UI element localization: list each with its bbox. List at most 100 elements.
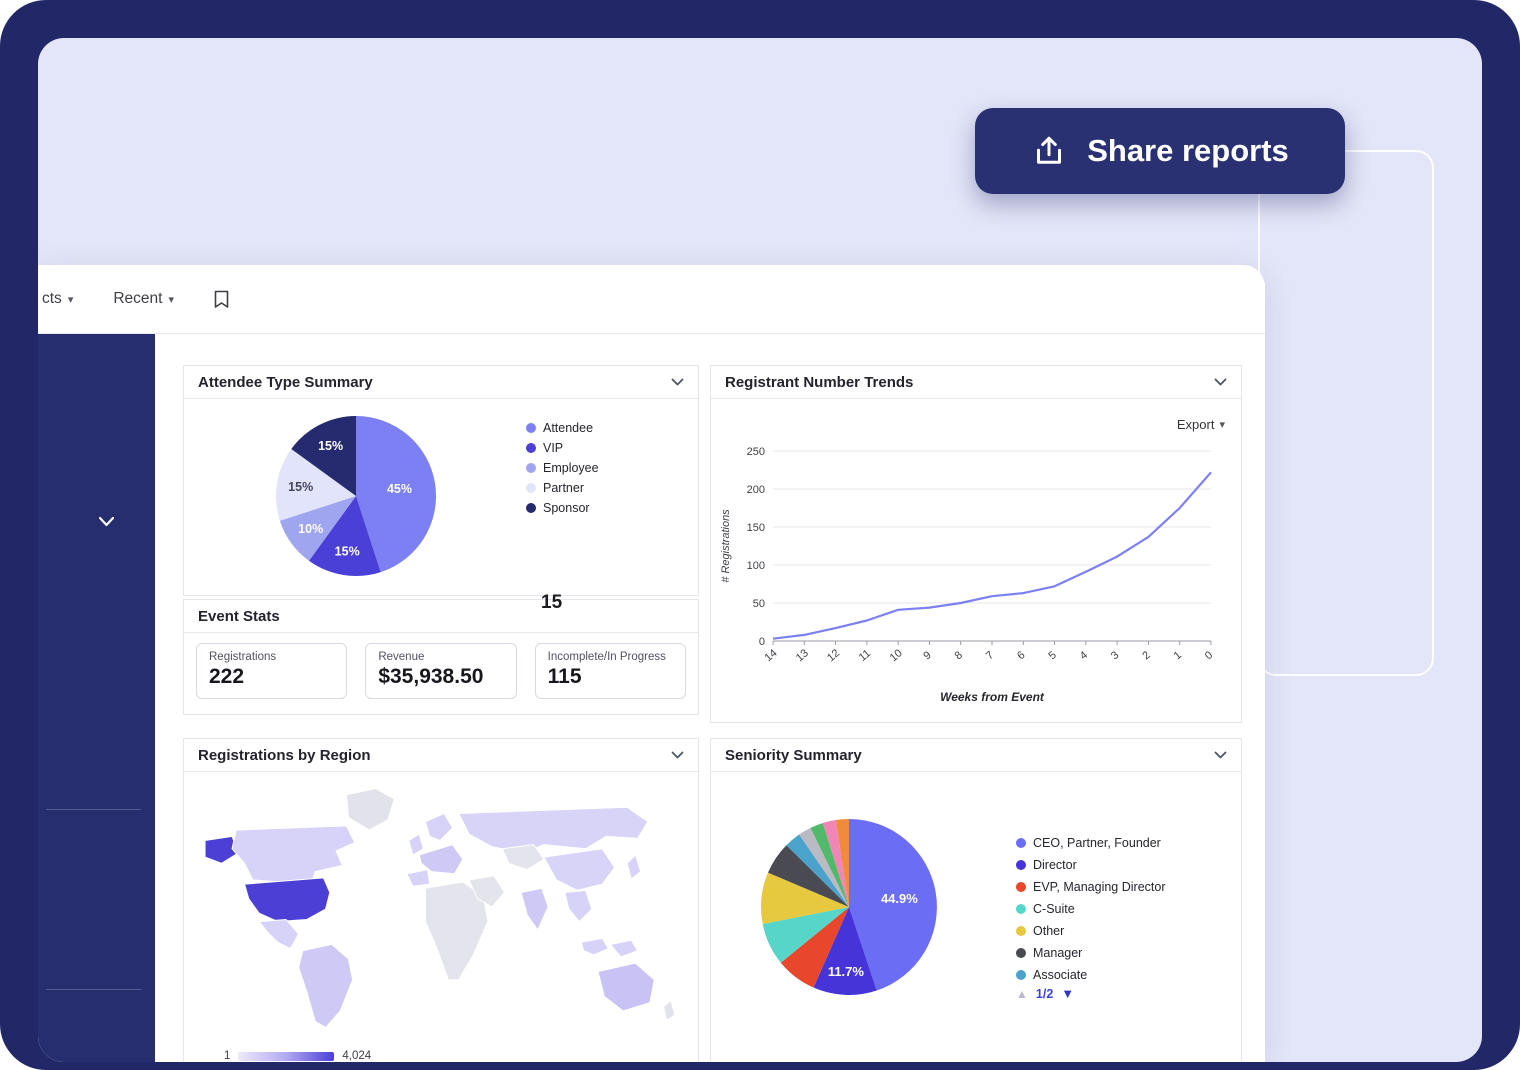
legend-page-down-icon[interactable]: ▼	[1061, 986, 1074, 1001]
stat-label: Registrations	[209, 651, 334, 663]
world-choropleth-map	[190, 776, 690, 1038]
sidebar-chevron-down-icon[interactable]	[98, 514, 115, 532]
toolbar-recent-dropdown[interactable]: Recent ▾	[113, 290, 174, 308]
bookmark-icon[interactable]	[214, 290, 229, 309]
export-dropdown[interactable]: Export ▾	[1177, 417, 1225, 432]
legend-item: Other	[1016, 924, 1165, 938]
legend-label: Partner	[543, 481, 584, 495]
legend-item: Associate	[1016, 968, 1165, 982]
seniority-pie-chart: 44.9%11.7%	[756, 814, 942, 1005]
svg-text:3: 3	[1109, 649, 1121, 662]
legend-item: Manager	[1016, 946, 1165, 960]
app-canvas: Share reports cts ▾ Recent ▾	[38, 38, 1482, 1062]
stat-value: 222	[209, 665, 334, 689]
chevron-down-icon[interactable]	[671, 751, 684, 759]
legend-color-dot	[1016, 970, 1026, 980]
card-header: Attendee Type Summary	[184, 366, 698, 399]
svg-text:45%: 45%	[387, 482, 412, 496]
legend-item: EVP, Managing Director	[1016, 880, 1165, 894]
chevron-down-icon[interactable]	[1214, 751, 1227, 759]
card-body: Export ▾ 0501001502002501413121110987654…	[711, 399, 1241, 722]
svg-text:13: 13	[794, 647, 811, 664]
scale-max-label: 4,024	[342, 1050, 371, 1062]
svg-text:# Registrations: # Registrations	[720, 509, 732, 583]
legend-color-dot	[1016, 948, 1026, 958]
toolbar-recent-label: Recent	[113, 290, 162, 308]
legend-color-dot	[1016, 882, 1026, 892]
scale-gradient-bar	[238, 1052, 334, 1061]
legend-page-up-icon[interactable]: ▲	[1016, 987, 1028, 1001]
svg-text:Weeks from Event: Weeks from Event	[940, 690, 1045, 704]
toolbar-crumb-label: cts	[42, 290, 62, 308]
toolbar-crumb-truncated[interactable]: cts ▾	[42, 290, 73, 308]
legend-label: EVP, Managing Director	[1033, 880, 1165, 894]
legend-item: CEO, Partner, Founder	[1016, 836, 1165, 850]
card-attendee-type-summary: Attendee Type Summary 45%15%10%15%15% At…	[183, 365, 699, 596]
svg-text:8: 8	[953, 649, 965, 662]
legend-label: Director	[1033, 858, 1077, 872]
svg-text:10: 10	[888, 647, 905, 664]
chevron-down-icon[interactable]	[1214, 378, 1227, 386]
chevron-down-icon[interactable]	[671, 378, 684, 386]
svg-text:200: 200	[747, 484, 765, 496]
export-label: Export	[1177, 417, 1215, 432]
legend-label: Sponsor	[543, 501, 590, 515]
svg-text:50: 50	[753, 598, 765, 610]
svg-text:100: 100	[747, 560, 765, 572]
svg-text:0: 0	[1203, 649, 1215, 662]
card-body: 1 4,024	[184, 772, 698, 1062]
decorative-outline-panel	[1258, 150, 1434, 676]
svg-text:4: 4	[1078, 649, 1090, 662]
legend-pager: ▲ 1/2 ▼	[1016, 986, 1074, 1001]
card-header: Seniority Summary	[711, 739, 1241, 772]
svg-text:5: 5	[1046, 649, 1058, 662]
stat-value: 115	[548, 665, 673, 689]
share-reports-label: Share reports	[1087, 133, 1289, 169]
legend-label: Manager	[1033, 946, 1082, 960]
card-event-stats: Event Stats Registrations 222 Revenue $3…	[183, 599, 699, 715]
toolbar: cts ▾ Recent ▾	[38, 265, 1265, 334]
legend-item: VIP	[526, 441, 599, 455]
card-registrations-by-region: Registrations by Region	[183, 738, 699, 1062]
legend-color-dot	[526, 443, 536, 453]
legend-item: C-Suite	[1016, 902, 1165, 916]
svg-text:14: 14	[763, 647, 780, 664]
legend-color-dot	[1016, 904, 1026, 914]
svg-text:7: 7	[984, 649, 996, 662]
app-body: 15 Attendee Type Summary 45%15%10%15%15%…	[38, 334, 1265, 1062]
legend-color-dot	[1016, 860, 1026, 870]
legend-color-dot	[1016, 838, 1026, 848]
seniority-legend: CEO, Partner, Founder Director EVP, Managi…	[1016, 836, 1165, 990]
card-title: Registrant Number Trends	[725, 374, 913, 391]
caret-down-icon: ▾	[1219, 418, 1225, 431]
svg-text:11: 11	[857, 647, 873, 664]
legend-label: CEO, Partner, Founder	[1033, 836, 1161, 850]
svg-text:1: 1	[1172, 649, 1184, 662]
svg-text:0: 0	[759, 636, 765, 648]
card-header: Registrant Number Trends	[711, 366, 1241, 399]
floating-count: 15	[541, 592, 562, 614]
svg-text:250: 250	[747, 446, 765, 458]
share-reports-button[interactable]: Share reports	[975, 108, 1345, 194]
legend-color-dot	[526, 503, 536, 513]
stat-revenue: Revenue $35,938.50	[365, 643, 516, 699]
card-body: 44.9%11.7% CEO, Partner, Founder Director…	[711, 772, 1241, 1062]
svg-text:150: 150	[747, 522, 765, 534]
stat-label: Revenue	[378, 651, 503, 663]
stat-incomplete: Incomplete/In Progress 115	[535, 643, 686, 699]
legend-label: Other	[1033, 924, 1064, 938]
svg-text:15%: 15%	[318, 439, 343, 453]
card-title: Event Stats	[198, 608, 280, 625]
legend-item: Sponsor	[526, 501, 599, 515]
svg-text:12: 12	[825, 647, 842, 664]
svg-text:15%: 15%	[335, 544, 360, 558]
legend-color-dot	[526, 423, 536, 433]
card-title: Attendee Type Summary	[198, 374, 373, 391]
marketing-frame: Share reports cts ▾ Recent ▾	[0, 0, 1520, 1070]
legend-label: Attendee	[543, 421, 593, 435]
svg-text:6: 6	[1015, 649, 1027, 662]
sidebar-divider	[46, 809, 141, 810]
caret-down-icon: ▾	[68, 293, 74, 306]
svg-text:11.7%: 11.7%	[828, 964, 865, 979]
stat-registrations: Registrations 222	[196, 643, 347, 699]
